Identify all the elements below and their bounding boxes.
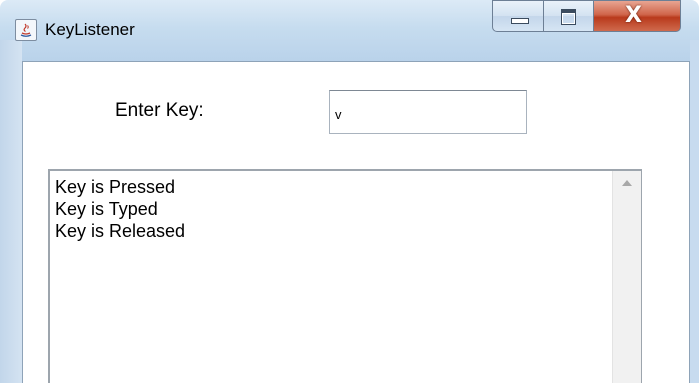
java-icon[interactable] [15,19,37,41]
minimize-icon [511,18,529,24]
event-log-text: Key is Pressed Key is Typed Key is Relea… [55,176,185,242]
caption-buttons: X [492,0,681,34]
scroll-up-button[interactable] [613,171,641,195]
close-icon: X [625,3,642,28]
scroll-up-arrow-icon [622,180,632,186]
vertical-scrollbar[interactable] [612,171,641,383]
maximize-button[interactable] [544,0,594,32]
close-button[interactable]: X [594,0,681,32]
window-title: KeyListener [45,20,135,39]
maximize-icon [561,9,576,25]
window-frame-right [690,40,699,383]
key-input[interactable] [329,90,527,134]
event-log-textarea[interactable]: Key is Pressed Key is Typed Key is Relea… [48,169,642,383]
keylistener-window: KeyListener X Enter Key: Key is Pressed … [0,0,699,383]
enter-key-label: Enter Key: [115,100,204,121]
log-line: Key is Pressed [55,177,176,197]
minimize-button[interactable] [492,0,544,32]
window-frame-left [0,40,22,383]
log-line: Key is Typed [55,199,158,219]
log-line: Key is Released [55,221,186,241]
